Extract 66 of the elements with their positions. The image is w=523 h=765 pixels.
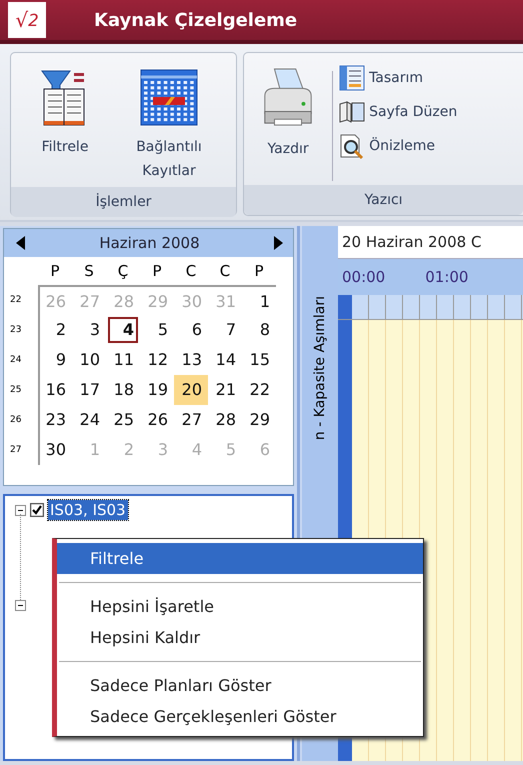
week-number: 23 — [10, 324, 22, 337]
weekday-label: C — [184, 261, 198, 282]
tree-node[interactable]: IS03, IS03 — [48, 500, 128, 520]
calendar-day[interactable]: 23 — [38, 405, 72, 435]
calendar-day[interactable]: 17 — [72, 375, 106, 405]
calendar-day[interactable]: 1 — [242, 285, 276, 315]
calendar-day[interactable]: 15 — [242, 345, 276, 375]
calendar-day[interactable]: 27 — [174, 405, 208, 435]
ribbon-button[interactable]: Yazdır — [248, 63, 328, 165]
checkbox[interactable] — [30, 503, 44, 517]
calendar-day[interactable]: 10 — [72, 345, 106, 375]
window-title: Kaynak Çizelgeleme — [94, 10, 298, 30]
ribbon-button[interactable]: Sayfa Düzen — [337, 99, 460, 125]
calendar-day[interactable]: 13 — [174, 345, 208, 375]
expander-icon[interactable] — [15, 504, 26, 516]
calendar-day[interactable]: 6 — [174, 315, 208, 345]
month-label: Haziran 2008 — [99, 234, 200, 252]
week-number: 26 — [10, 414, 22, 427]
expander-icon[interactable] — [15, 600, 26, 611]
next-icon[interactable] — [272, 236, 283, 250]
calendar-day[interactable]: 28 — [208, 405, 242, 435]
calendar-day[interactable]: 18 — [106, 375, 140, 405]
group-label: İşlemler — [11, 187, 236, 217]
calendar-day[interactable]: 12 — [140, 345, 174, 375]
weekday-label: P — [151, 261, 163, 282]
ribbon-button[interactable]: Bağlantılı Kayıtlar — [119, 63, 219, 187]
preview-icon — [339, 133, 366, 159]
calendar-day[interactable]: 11 — [106, 345, 140, 375]
calendar-day[interactable]: 19 — [140, 375, 174, 405]
week-number: 27 — [10, 444, 22, 457]
calendar-day[interactable]: 2 — [38, 315, 72, 345]
calendar-day[interactable]: 29 — [242, 405, 276, 435]
calendar-day[interactable]: 26 — [140, 405, 174, 435]
group-label: Yazıcı — [244, 185, 523, 215]
calendar-day[interactable]: 8 — [242, 315, 276, 345]
calendar-day[interactable]: 20 — [174, 375, 208, 405]
calendar-day[interactable]: 5 — [140, 315, 174, 345]
calendar-day[interactable]: 22 — [242, 375, 276, 405]
calendar-day[interactable]: 25 — [106, 405, 140, 435]
calendar-day[interactable]: 4 — [106, 315, 140, 345]
time-label: 01:00 — [425, 268, 468, 286]
ribbon-button[interactable]: Önizleme — [337, 131, 460, 161]
weekday-label: P — [49, 261, 61, 282]
week-number: 22 — [10, 294, 22, 307]
calendar-day[interactable]: 30 — [38, 435, 72, 465]
weekday-label: C — [218, 261, 232, 282]
calendar-day[interactable]: 9 — [38, 345, 72, 375]
ribbon-button[interactable]: Filtrele — [15, 63, 115, 163]
weekday-label: Ç — [116, 261, 130, 282]
weekday-label: P — [253, 261, 265, 282]
calendar-day[interactable]: 14 — [208, 345, 242, 375]
calendar-day[interactable]: 7 — [208, 315, 242, 345]
calendar-day[interactable]: 24 — [72, 405, 106, 435]
calendar-grid-icon — [139, 67, 199, 127]
calendar-day[interactable]: 21 — [208, 375, 242, 405]
previous-icon[interactable] — [16, 236, 26, 250]
week-number: 24 — [10, 354, 22, 367]
page-layout-icon — [339, 101, 366, 123]
week-number: 25 — [10, 384, 22, 397]
menu-item[interactable]: Filtrele — [57, 543, 423, 574]
list-icon — [339, 65, 366, 91]
weekday-label: S — [83, 261, 95, 282]
time-label: 00:00 — [342, 268, 386, 286]
calendar-day[interactable]: 16 — [38, 375, 72, 405]
calendar-day[interactable]: 3 — [72, 315, 106, 345]
ribbon-button[interactable]: Tasarım — [337, 63, 460, 93]
